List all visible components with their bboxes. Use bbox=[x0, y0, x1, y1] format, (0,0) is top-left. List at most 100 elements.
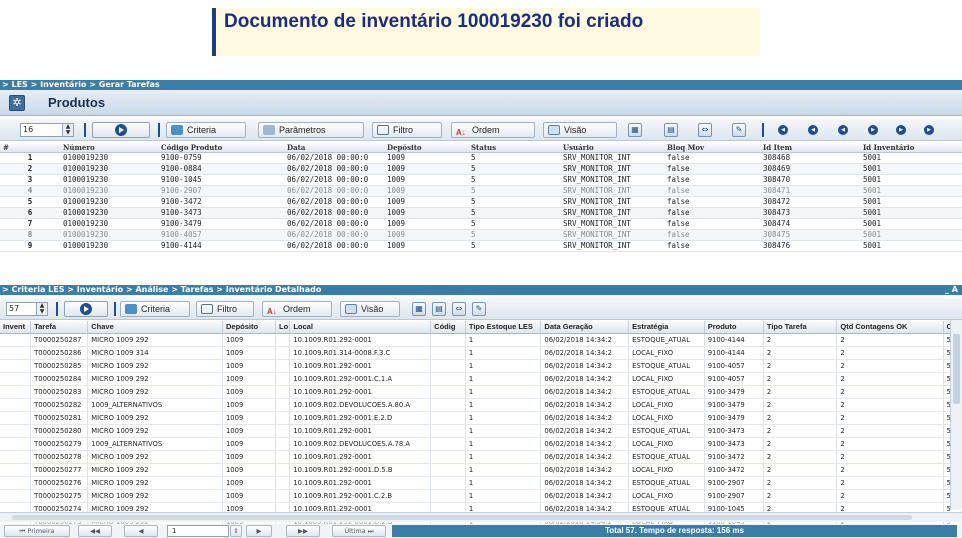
column-header[interactable]: Id Item bbox=[760, 143, 860, 153]
next-page-button[interactable]: ▶ bbox=[246, 525, 272, 537]
ordem-button[interactable]: Ordem bbox=[451, 122, 535, 138]
execute-button[interactable] bbox=[64, 301, 108, 317]
column-header[interactable]: Estratégia bbox=[628, 321, 705, 334]
table-row[interactable]: T0000250275 MICRO 1009 292 1009 10.1009.R01… bbox=[0, 489, 962, 503]
table-row[interactable]: 8 0100019230 9100-4057 06/02/2018 00:00:0 10… bbox=[0, 229, 962, 241]
table-row[interactable]: 5 0100019230 9100-3472 06/02/2018 00:00:0 10… bbox=[0, 196, 962, 208]
table-row[interactable]: 1 0100019230 9100-0759 06/02/2018 00:00:0 10… bbox=[0, 152, 962, 164]
parametros-button[interactable]: Parâmetros bbox=[258, 122, 364, 138]
page-number-input[interactable]: 1 bbox=[167, 525, 229, 537]
table-row[interactable]: T0000250281 MICRO 1009 292 1009 10.1009.R01… bbox=[0, 411, 962, 425]
column-header[interactable]: Usuário bbox=[560, 143, 664, 153]
table-cell: 2 bbox=[763, 476, 838, 490]
column-header[interactable]: Depósito bbox=[384, 143, 468, 153]
table-row[interactable]: T0000250276 MICRO 1009 292 1009 10.1009.R01… bbox=[0, 476, 962, 490]
nav-next-icon[interactable]: ▶ bbox=[868, 125, 878, 135]
first-page-button[interactable]: ⏮ Primeira bbox=[4, 525, 70, 537]
ordem-button[interactable]: Ordem bbox=[262, 301, 332, 317]
nav-prev-fast-icon[interactable]: ◀ bbox=[808, 125, 818, 135]
column-header[interactable]: Qtd Contagens OK bbox=[836, 321, 944, 334]
table-row[interactable]: 6 0100019230 9100-3473 06/02/2018 00:00:0 10… bbox=[0, 207, 962, 219]
scroll-thumb[interactable] bbox=[12, 515, 912, 520]
table-row[interactable]: T0000250285 MICRO 1009 292 1009 10.1009.R01… bbox=[0, 359, 962, 373]
excel-export-icon[interactable]: ▦ bbox=[628, 123, 642, 137]
stepper-arrows-icon[interactable]: ▲ ▼ bbox=[62, 124, 73, 136]
table-row[interactable]: T0000250282 1009_ALTERNATIVOS 1009 10.1009.… bbox=[0, 398, 962, 412]
table-cell: 0100019230 bbox=[60, 218, 158, 230]
column-header[interactable]: Depósito bbox=[222, 321, 277, 334]
table-row[interactable]: T0000250287 MICRO 1009 292 1009 10.1009.R01… bbox=[0, 333, 962, 347]
table-cell: false bbox=[664, 152, 760, 164]
column-header[interactable]: Invent bbox=[0, 321, 32, 334]
visao-button[interactable]: Visão bbox=[543, 122, 617, 138]
table-cell: 06/02/2018 00:00:0 bbox=[284, 185, 384, 197]
nav-next-fast-icon[interactable]: ▶ bbox=[896, 125, 906, 135]
table-row[interactable]: 3 0100019230 9100-1045 06/02/2018 00:00:0 10… bbox=[0, 174, 962, 186]
table-cell: 5 bbox=[468, 163, 560, 175]
table-cell bbox=[430, 476, 466, 490]
filtro-label: Filtro bbox=[217, 304, 237, 314]
filtro-button[interactable]: Filtro bbox=[372, 122, 442, 138]
column-header[interactable]: Produto bbox=[704, 321, 764, 334]
table-cell: ESTOQUE_ATUAL bbox=[628, 359, 705, 373]
visao-button[interactable]: Visão bbox=[340, 301, 400, 317]
prev-page-button[interactable]: ◀ bbox=[124, 525, 158, 537]
column-header[interactable]: Tarefa bbox=[30, 321, 89, 334]
criteria-button[interactable]: Criteria bbox=[120, 301, 190, 317]
table-row[interactable]: T0000250280 MICRO 1009 292 1009 10.1009.R01… bbox=[0, 424, 962, 438]
page-stepper-icon[interactable]: ⇕ bbox=[230, 525, 242, 537]
window-controls[interactable]: _ A bbox=[945, 285, 958, 295]
nav-first-icon[interactable]: ◀ bbox=[778, 125, 788, 135]
filtro-button[interactable]: Filtro bbox=[196, 301, 254, 317]
table-row[interactable]: 4 0100019230 9100-2907 06/02/2018 00:00:0 10… bbox=[0, 185, 962, 197]
criteria-button[interactable]: Criteria bbox=[166, 122, 246, 138]
column-header[interactable]: Chave bbox=[87, 321, 223, 334]
prev-fast-button[interactable]: ◀◀ bbox=[78, 525, 112, 537]
column-header[interactable]: Lo bbox=[275, 321, 291, 334]
print-icon[interactable]: ▤ bbox=[432, 302, 446, 316]
column-header[interactable]: Data bbox=[284, 143, 384, 153]
clear-icon[interactable]: ✎ bbox=[472, 302, 486, 316]
table-row[interactable]: T0000250278 MICRO 1009 292 1009 10.1009.R01… bbox=[0, 450, 962, 464]
nav-prev-icon[interactable]: ◀ bbox=[838, 125, 848, 135]
execute-button[interactable] bbox=[92, 122, 150, 138]
table-row[interactable]: T0000250286 MICRO 1009 314 1009 10.1009.R01… bbox=[0, 346, 962, 360]
page-size-stepper[interactable]: 57 ▲ ▼ bbox=[6, 302, 48, 316]
table-row[interactable]: 2 0100019230 9100-0884 06/02/2018 00:00:0 10… bbox=[0, 163, 962, 175]
column-header[interactable]: # bbox=[0, 143, 60, 153]
column-header[interactable]: Id Inventário bbox=[860, 143, 962, 153]
column-header[interactable]: Data Geração bbox=[540, 321, 630, 334]
column-header[interactable]: Local bbox=[289, 321, 432, 334]
scroll-thumb[interactable] bbox=[953, 334, 960, 404]
resize-icon[interactable]: ⇔ bbox=[452, 302, 466, 316]
table-cell: 06/02/2018 14:34:2 bbox=[540, 372, 630, 386]
page-size-stepper[interactable]: 16 ▲ ▼ bbox=[20, 123, 74, 137]
excel-export-icon[interactable]: ▦ bbox=[412, 302, 426, 316]
next-fast-button[interactable]: ▶▶ bbox=[286, 525, 320, 537]
table-row[interactable]: T0000250283 MICRO 1009 292 1009 10.1009.R01… bbox=[0, 385, 962, 399]
last-page-button[interactable]: Última ⏭ bbox=[332, 525, 386, 537]
print-icon[interactable]: ▤ bbox=[664, 123, 678, 137]
table-row[interactable]: 7 0100019230 9100-3479 06/02/2018 00:00:0 10… bbox=[0, 218, 962, 230]
column-header[interactable]: Tipo Estoque LES bbox=[465, 321, 542, 334]
breadcrumb-gerar-tarefas[interactable]: > LES > Inventário > Gerar Tarefas bbox=[0, 80, 962, 90]
column-header[interactable]: Código Produto bbox=[158, 143, 284, 153]
horizontal-scrollbar[interactable] bbox=[0, 512, 962, 522]
nav-last-icon[interactable]: ▶ bbox=[924, 125, 934, 135]
vertical-scrollbar[interactable] bbox=[950, 320, 962, 510]
clear-icon[interactable]: ✎ bbox=[732, 123, 746, 137]
breadcrumb-inventario-detalhado[interactable]: > Criteria LES > Inventário > Análise > … bbox=[0, 285, 962, 295]
column-header[interactable]: Bloq Mov bbox=[664, 143, 760, 153]
column-header[interactable]: Códig bbox=[430, 321, 466, 334]
table-row[interactable]: T0000250279 1009_ALTERNATIVOS 1009 10.1009.… bbox=[0, 437, 962, 451]
column-header[interactable]: Tipo Tarefa bbox=[763, 321, 838, 334]
stepper-arrows-icon[interactable]: ▲ ▼ bbox=[36, 303, 47, 315]
column-header[interactable]: Status bbox=[468, 143, 560, 153]
table-cell: false bbox=[664, 174, 760, 186]
table-cell bbox=[430, 489, 466, 503]
table-row[interactable]: 9 0100019230 9100-4144 06/02/2018 00:00:0 10… bbox=[0, 240, 962, 252]
table-row[interactable]: T0000250277 MICRO 1009 292 1009 10.1009.R01… bbox=[0, 463, 962, 477]
column-header[interactable]: Número bbox=[60, 143, 158, 153]
resize-icon[interactable]: ⇔ bbox=[698, 123, 712, 137]
table-row[interactable]: T0000250284 MICRO 1009 292 1009 10.1009.R01… bbox=[0, 372, 962, 386]
